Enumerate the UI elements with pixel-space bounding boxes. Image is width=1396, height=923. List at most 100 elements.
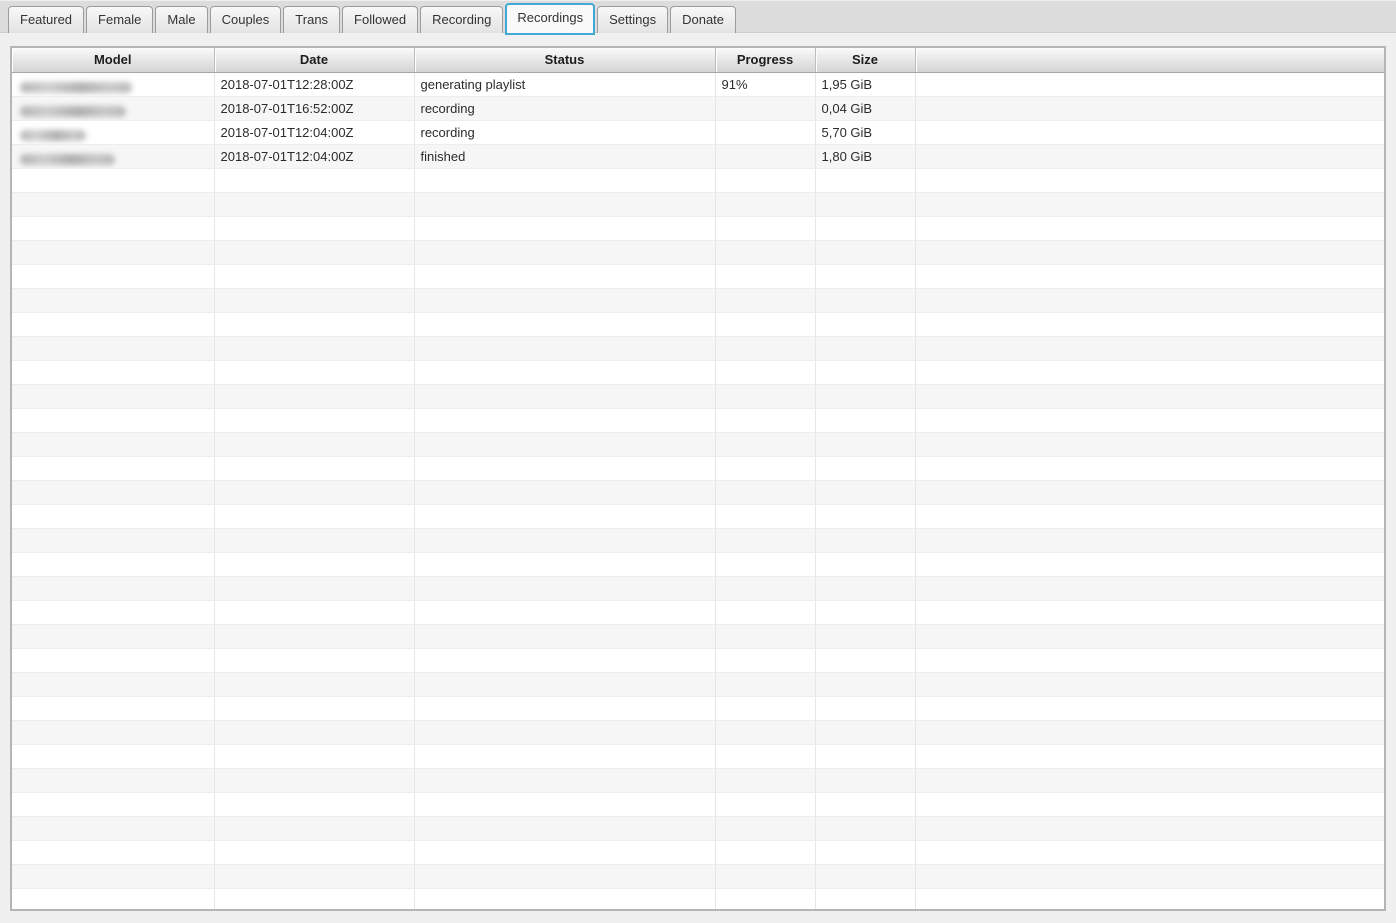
cell-empty xyxy=(214,720,415,745)
column-header-size[interactable]: Size xyxy=(815,48,916,73)
table-row-empty[interactable] xyxy=(12,192,1384,217)
table-row-empty[interactable] xyxy=(12,312,1384,337)
cell-empty xyxy=(414,384,716,409)
cell-empty xyxy=(915,216,1384,241)
table-row-empty[interactable] xyxy=(12,576,1384,601)
cell-empty xyxy=(815,792,916,817)
table-row-empty[interactable] xyxy=(12,816,1384,841)
tab-followed[interactable]: Followed xyxy=(342,6,419,33)
table-row-empty[interactable] xyxy=(12,288,1384,313)
column-header-progress[interactable]: Progress xyxy=(715,48,816,73)
cell-empty xyxy=(915,528,1384,553)
cell-empty xyxy=(915,192,1384,217)
cell-empty xyxy=(915,144,1384,169)
table-row-empty[interactable] xyxy=(12,480,1384,505)
table-row-empty[interactable] xyxy=(12,600,1384,625)
cell-empty xyxy=(915,768,1384,793)
cell-empty xyxy=(414,648,716,673)
column-header-status[interactable]: Status xyxy=(414,48,716,73)
tab-male[interactable]: Male xyxy=(155,6,208,33)
cell-empty xyxy=(815,552,916,577)
cell-empty xyxy=(414,624,716,649)
table-row-empty[interactable] xyxy=(12,168,1384,193)
table-row-empty[interactable] xyxy=(12,360,1384,385)
cell-empty xyxy=(12,816,215,841)
cell-empty xyxy=(715,336,816,361)
cell-model xyxy=(12,144,215,169)
tab-recordings[interactable]: Recordings xyxy=(505,3,596,35)
column-header-empty[interactable] xyxy=(915,48,1384,73)
column-header-model[interactable]: Model xyxy=(12,48,215,73)
cell-empty xyxy=(214,264,415,289)
tab-trans[interactable]: Trans xyxy=(283,6,341,33)
cell-empty xyxy=(815,528,916,553)
table-row-empty[interactable] xyxy=(12,384,1384,409)
cell-status: generating playlist xyxy=(414,72,716,97)
cell-progress xyxy=(715,144,816,169)
column-header-date[interactable]: Date xyxy=(214,48,415,73)
table-row[interactable]: 2018-07-01T12:04:00Z recording 5,70 GiB xyxy=(12,120,1384,145)
cell-empty xyxy=(715,792,816,817)
cell-date: 2018-07-01T12:04:00Z xyxy=(214,144,415,169)
cell-empty xyxy=(12,192,215,217)
content-area: Model Date Status Progress Size 2018-07-01T1… xyxy=(0,33,1396,911)
model-name-redacted xyxy=(20,129,86,141)
cell-empty xyxy=(414,528,716,553)
cell-empty xyxy=(915,120,1384,145)
cell-empty xyxy=(12,360,215,385)
tab-featured[interactable]: Featured xyxy=(8,6,85,33)
table-row-empty[interactable] xyxy=(12,552,1384,577)
table-row-empty[interactable] xyxy=(12,216,1384,241)
cell-empty xyxy=(815,840,916,865)
tab-female[interactable]: Female xyxy=(86,6,154,33)
cell-empty xyxy=(414,792,716,817)
cell-empty xyxy=(12,624,215,649)
cell-empty xyxy=(12,336,215,361)
cell-empty xyxy=(12,840,215,865)
table-row-empty[interactable] xyxy=(12,648,1384,673)
table-row-empty[interactable] xyxy=(12,768,1384,793)
table-row-empty[interactable] xyxy=(12,624,1384,649)
cell-empty xyxy=(12,480,215,505)
table-row-empty[interactable] xyxy=(12,504,1384,529)
table-row-empty[interactable] xyxy=(12,720,1384,745)
table-row[interactable]: 2018-07-01T16:52:00Z recording 0,04 GiB xyxy=(12,96,1384,121)
table-row-empty[interactable] xyxy=(12,864,1384,889)
tab-couples[interactable]: Couples xyxy=(209,6,282,33)
tab-settings[interactable]: Settings xyxy=(597,6,669,33)
cell-size: 0,04 GiB xyxy=(815,96,916,121)
table-row-empty[interactable] xyxy=(12,792,1384,817)
table-row-empty[interactable] xyxy=(12,240,1384,265)
cell-empty xyxy=(414,240,716,265)
cell-empty xyxy=(414,768,716,793)
table-row-empty[interactable] xyxy=(12,840,1384,865)
tab-recording[interactable]: Recording xyxy=(420,6,504,33)
cell-empty xyxy=(12,552,215,577)
table-row-empty[interactable] xyxy=(12,528,1384,553)
table-row-empty[interactable] xyxy=(12,696,1384,721)
model-name-redacted xyxy=(20,153,115,165)
cell-empty xyxy=(12,792,215,817)
cell-empty xyxy=(12,168,215,193)
table-row-empty[interactable] xyxy=(12,744,1384,769)
cell-empty xyxy=(12,432,215,457)
cell-empty xyxy=(715,600,816,625)
cell-empty xyxy=(414,840,716,865)
tab-donate[interactable]: Donate xyxy=(670,6,737,33)
table-row[interactable]: 2018-07-01T12:28:00Z generating playlist 9… xyxy=(12,72,1384,97)
table-row-empty[interactable] xyxy=(12,888,1384,909)
table-row-empty[interactable] xyxy=(12,264,1384,289)
cell-empty xyxy=(915,744,1384,769)
cell-empty xyxy=(414,600,716,625)
table-row[interactable]: 2018-07-01T12:04:00Z finished 1,80 GiB xyxy=(12,144,1384,169)
cell-empty xyxy=(12,576,215,601)
table-row-empty[interactable] xyxy=(12,336,1384,361)
cell-empty xyxy=(12,264,215,289)
cell-empty xyxy=(815,672,916,697)
table-row-empty[interactable] xyxy=(12,432,1384,457)
cell-empty xyxy=(915,696,1384,721)
table-row-empty[interactable] xyxy=(12,408,1384,433)
cell-empty xyxy=(815,432,916,457)
table-row-empty[interactable] xyxy=(12,456,1384,481)
table-row-empty[interactable] xyxy=(12,672,1384,697)
